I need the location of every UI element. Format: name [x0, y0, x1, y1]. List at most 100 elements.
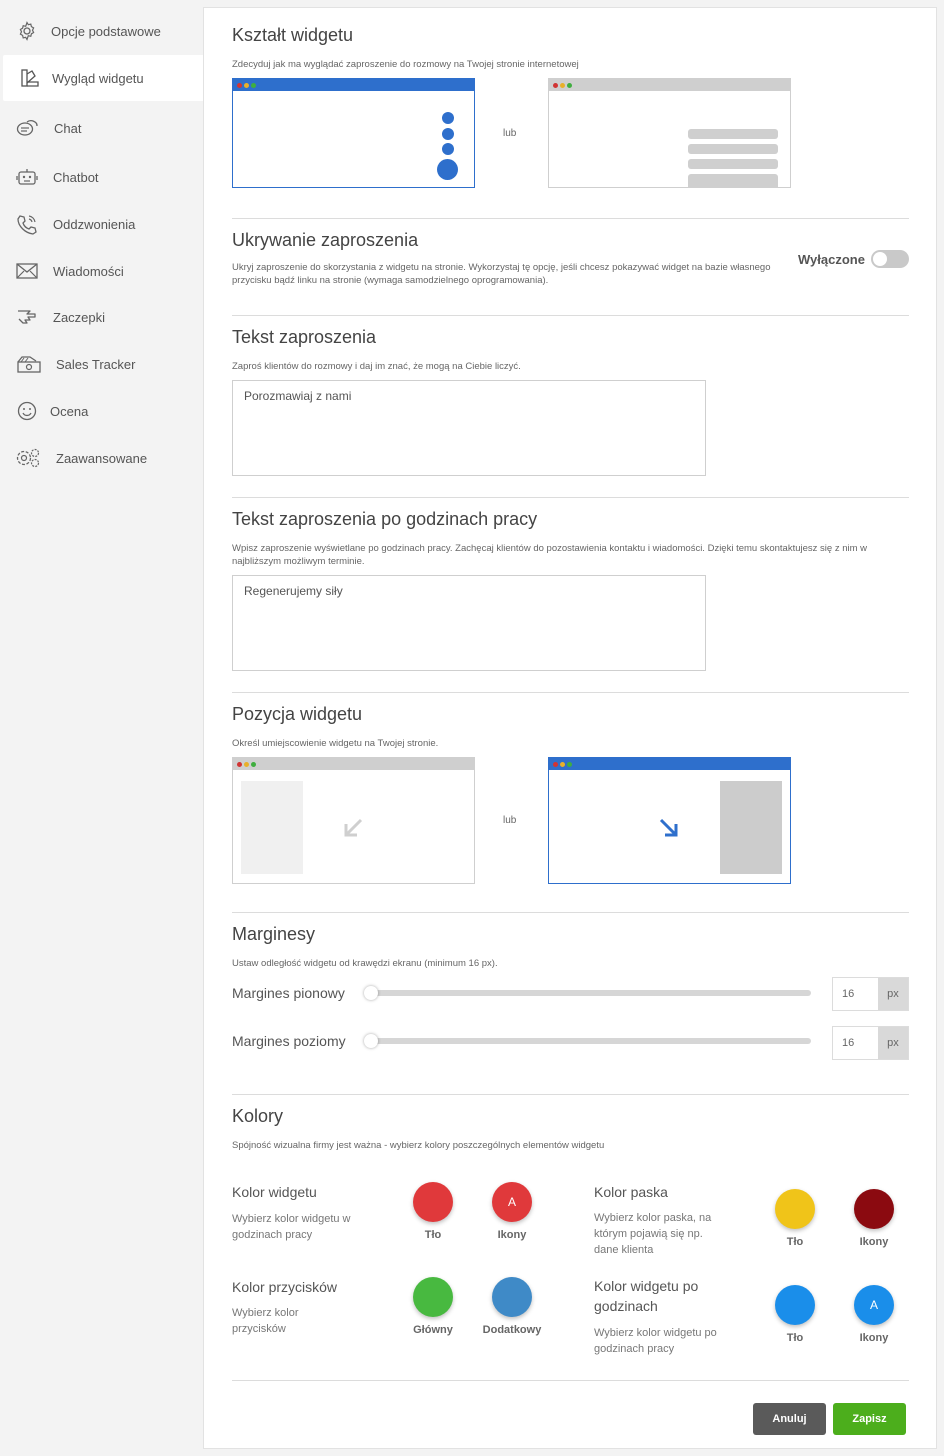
- horizontal-margin-slider[interactable]: [364, 1034, 811, 1048]
- section-title-hiding: Ukrywanie zaproszenia: [232, 230, 419, 250]
- section-title-margins: Marginesy: [232, 924, 316, 944]
- browser-bar: [549, 758, 790, 770]
- sidebar-item-callbacks[interactable]: Oddzwonienia: [0, 201, 203, 247]
- vertical-margin-input[interactable]: 16 px: [832, 977, 909, 1011]
- after-hours-color-desc: Wybierz kolor widgetu po godzinach pracy: [594, 1327, 717, 1355]
- swatch-label: Ikony: [859, 1332, 889, 1344]
- section-divider: [232, 497, 909, 498]
- browser-bar: [233, 758, 474, 770]
- gears-icon: [15, 446, 43, 470]
- bar-icons-color-swatch[interactable]: [854, 1189, 894, 1229]
- widget-bg-color-swatch[interactable]: [413, 1182, 453, 1222]
- unit-label: px: [877, 978, 908, 1010]
- section-desc-invite: Zaproś klientów do rozmowy i daj im znać…: [232, 361, 521, 372]
- buttons-main-color-swatch[interactable]: [413, 1277, 453, 1317]
- invite-text-input[interactable]: Porozmawiaj z nami: [232, 380, 706, 476]
- hand-icon: [15, 305, 39, 329]
- horizontal-margin-value[interactable]: 16: [833, 1027, 878, 1059]
- sidebar-item-sales-tracker[interactable]: Sales Tracker: [0, 341, 203, 387]
- sidebar-item-basic-options[interactable]: Opcje podstawowe: [0, 8, 203, 54]
- widget-bar: [688, 144, 778, 154]
- vertical-margin-label: Margines pionowy: [232, 985, 345, 1001]
- section-divider: [232, 692, 909, 693]
- vertical-margin-value[interactable]: 16: [833, 978, 878, 1010]
- window-dot-yellow: [560, 762, 565, 767]
- window-dot-yellow: [560, 83, 565, 88]
- hide-invitation-toggle[interactable]: [871, 250, 909, 268]
- section-title-position: Pozycja widgetu: [232, 704, 363, 724]
- position-option-right[interactable]: [548, 757, 791, 884]
- horizontal-margin-input[interactable]: 16 px: [832, 1026, 909, 1060]
- after-hours-bg-color-swatch[interactable]: [775, 1285, 815, 1325]
- widget-dot: [442, 143, 454, 155]
- section-desc-hiding: Ukryj zaproszenie do skorzystania z widg…: [232, 262, 771, 286]
- section-divider: [232, 315, 909, 316]
- section-title-invite: Tekst zaproszenia: [232, 327, 377, 347]
- money-icon: [16, 352, 42, 376]
- sidebar-item-label: Opcje podstawowe: [51, 23, 161, 39]
- swatch-label: Główny: [413, 1324, 453, 1336]
- widget-dot: [442, 112, 454, 124]
- envelope-icon: [15, 259, 39, 283]
- after-hours-icons-color-swatch[interactable]: A: [854, 1285, 894, 1325]
- sidebar-item-advanced[interactable]: Zaawansowane: [0, 435, 203, 481]
- arrow-down-right-icon: [657, 816, 681, 840]
- widget-placeholder: [720, 781, 782, 874]
- section-title-colors: Kolory: [232, 1106, 284, 1126]
- window-dot-green: [567, 83, 572, 88]
- cancel-button[interactable]: Anuluj: [753, 1403, 826, 1435]
- section-desc-position: Określ umiejscowienie widgetu na Twojej …: [232, 738, 439, 749]
- bar-color-title: Kolor paska: [594, 1184, 668, 1200]
- chat-bubbles-icon: [15, 116, 39, 140]
- palette-icon: [18, 66, 42, 90]
- settings-panel: Kształt widgetu Zdecyduj jak ma wyglądać…: [203, 7, 937, 1449]
- save-button[interactable]: Zapisz: [833, 1403, 906, 1435]
- widget-bar: [688, 174, 778, 188]
- sidebar-item-chatbot[interactable]: Chatbot: [0, 154, 203, 200]
- shape-option-dots[interactable]: [232, 78, 475, 188]
- buttons-color-title: Kolor przycisków: [232, 1279, 338, 1295]
- phone-icon: [15, 212, 39, 236]
- window-dot-green: [567, 762, 572, 767]
- icon-glyph: A: [507, 1195, 516, 1209]
- window-dot-red: [237, 762, 242, 767]
- sidebar-item-messages[interactable]: Wiadomości: [0, 248, 203, 294]
- gear-icon: [15, 19, 39, 43]
- widget-main-dot: [437, 159, 458, 180]
- buttons-extra-color-swatch[interactable]: [492, 1277, 532, 1317]
- window-dot-red: [553, 762, 558, 767]
- widget-bar: [688, 129, 778, 139]
- section-desc-colors: Spójność wizualna firmy jest ważna - wyb…: [232, 1140, 605, 1151]
- shape-option-bars[interactable]: [548, 78, 791, 188]
- unit-label: px: [877, 1027, 908, 1059]
- widget-color-desc: Wybierz kolor widgetu w godzinach pracy: [232, 1213, 351, 1241]
- sidebar-item-chat[interactable]: Chat: [0, 105, 203, 151]
- widget-placeholder: [241, 781, 303, 874]
- position-option-left[interactable]: [232, 757, 475, 884]
- smiley-icon: [15, 399, 39, 423]
- hide-toggle-label: Wyłączone: [798, 252, 865, 267]
- slider-thumb[interactable]: [364, 986, 378, 1000]
- section-desc-shape: Zdecyduj jak ma wyglądać zaproszenie do …: [232, 59, 579, 70]
- sidebar-item-rating[interactable]: Ocena: [0, 388, 203, 434]
- section-divider: [232, 218, 909, 219]
- toggle-knob: [873, 252, 887, 266]
- sidebar-item-widget-appearance[interactable]: Wygląd widgetu: [3, 55, 205, 101]
- sidebar-item-label: Zaczepki: [53, 309, 106, 325]
- slider-thumb[interactable]: [364, 1034, 378, 1048]
- window-dot-red: [553, 83, 558, 88]
- vertical-margin-slider[interactable]: [364, 986, 811, 1000]
- after-hours-text-input[interactable]: Regenerujemy siły: [232, 575, 706, 671]
- sidebar-item-label: Zaawansowane: [56, 450, 148, 466]
- or-label: lub: [503, 128, 517, 139]
- widget-icons-color-swatch[interactable]: A: [492, 1182, 532, 1222]
- bar-color-desc: Wybierz kolor paska, na którym pojawią s…: [594, 1212, 712, 1256]
- horizontal-margin-label: Margines poziomy: [232, 1033, 346, 1049]
- section-desc-after-hours: Wpisz zaproszenie wyświetlane po godzina…: [232, 543, 868, 567]
- swatch-label: Tło: [424, 1229, 442, 1241]
- section-desc-margins: Ustaw odległość widgetu od krawędzi ekra…: [232, 958, 498, 969]
- sidebar-item-hooks[interactable]: Zaczepki: [0, 294, 203, 340]
- bar-bg-color-swatch[interactable]: [775, 1189, 815, 1229]
- window-dot-yellow: [244, 762, 249, 767]
- section-title-after-hours: Tekst zaproszenia po godzinach pracy: [232, 509, 538, 529]
